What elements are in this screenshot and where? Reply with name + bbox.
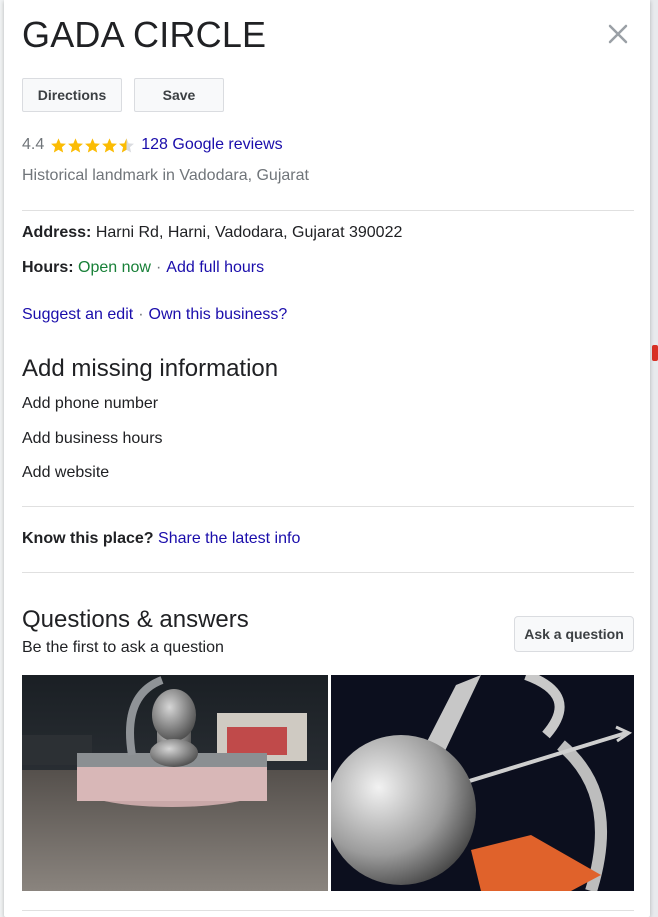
star-icon: [68, 137, 84, 153]
knowledge-panel: GADA CIRCLE Directions Save 4.4 128 Goog…: [4, 0, 650, 917]
know-place-row: Know this place? Share the latest info: [22, 530, 300, 548]
share-info-link[interactable]: Share the latest info: [158, 530, 300, 547]
suggest-edit-link[interactable]: Suggest an edit: [22, 306, 133, 323]
missing-info-heading: Add missing information: [22, 355, 279, 382]
edit-links-row: Suggest an edit · Own this business?: [22, 306, 287, 324]
star-icon: [102, 137, 118, 153]
map-marker-fragment: [652, 345, 658, 361]
first-question-link[interactable]: Be the first to ask a question: [22, 639, 224, 657]
hours-label: Hours:: [22, 259, 74, 276]
rating-value: 4.4: [22, 136, 45, 153]
qa-heading: Questions & answers: [22, 606, 249, 633]
hours-row: Hours: Open now · Add full hours: [22, 259, 264, 277]
place-title: GADA CIRCLE: [22, 14, 267, 55]
place-category: Historical landmark in Vadodara, Gujarat: [22, 167, 309, 184]
add-phone-link[interactable]: Add phone number: [22, 395, 158, 413]
place-photo-2[interactable]: [331, 675, 634, 891]
divider: [22, 910, 634, 911]
map-background-strip: [650, 0, 658, 917]
add-full-hours-link[interactable]: Add full hours: [166, 259, 264, 276]
add-website-link[interactable]: Add website: [22, 464, 109, 482]
directions-button[interactable]: Directions: [22, 78, 122, 112]
separator-dot: ·: [155, 259, 162, 276]
address-row: Address: Harni Rd, Harni, Vadodara, Guja…: [22, 224, 402, 242]
rating-row: 4.4 128 Google reviews: [22, 136, 283, 154]
ask-question-button[interactable]: Ask a question: [514, 616, 634, 652]
divider: [22, 506, 634, 507]
place-photo-1[interactable]: [22, 675, 328, 891]
star-half-icon: [119, 137, 135, 153]
star-icon: [85, 137, 101, 153]
close-icon[interactable]: [604, 20, 632, 48]
know-place-label: Know this place?: [22, 530, 154, 547]
address-label: Address:: [22, 224, 92, 241]
mace-closeup-photo: [331, 675, 634, 891]
divider: [22, 210, 634, 211]
separator-dot: ·: [138, 306, 144, 323]
divider: [22, 572, 634, 573]
monument-photo-night: [22, 675, 328, 891]
star-icon: [51, 137, 67, 153]
star-rating: [50, 137, 135, 154]
save-button[interactable]: Save: [134, 78, 224, 112]
reviews-link[interactable]: 128 Google reviews: [141, 136, 282, 154]
address-value: Harni Rd, Harni, Vadodara, Gujarat 39002…: [95, 224, 403, 241]
own-business-link[interactable]: Own this business?: [149, 306, 288, 323]
add-hours-link[interactable]: Add business hours: [22, 430, 163, 448]
hours-status: Open now: [78, 259, 151, 276]
